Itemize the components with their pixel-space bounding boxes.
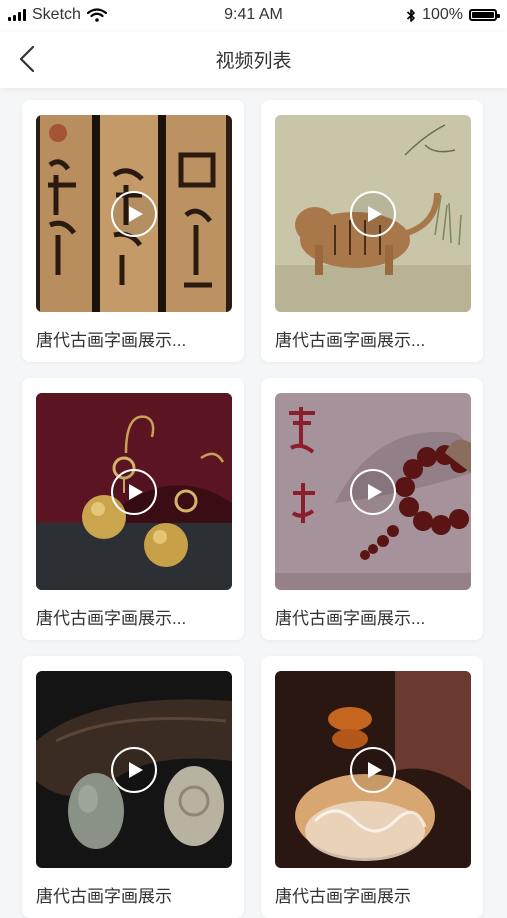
play-icon bbox=[128, 761, 143, 778]
video-card[interactable]: 唐代古画字画展示 bbox=[261, 656, 483, 918]
video-card[interactable]: 唐代古画字画展示... bbox=[261, 378, 483, 640]
play-button[interactable] bbox=[350, 468, 396, 515]
play-icon bbox=[128, 205, 143, 222]
play-button[interactable] bbox=[350, 746, 396, 793]
play-button[interactable] bbox=[111, 190, 157, 237]
navbar: 视频列表 bbox=[0, 32, 507, 88]
video-thumbnail[interactable] bbox=[275, 393, 471, 590]
bluetooth-icon bbox=[407, 8, 415, 22]
play-button[interactable] bbox=[111, 468, 157, 515]
status-bar: Sketch 9:41 AM 100% bbox=[0, 0, 507, 32]
video-caption: 唐代古画字画展示... bbox=[36, 609, 187, 628]
video-thumbnail[interactable] bbox=[36, 393, 232, 590]
video-caption: 唐代古画字画展示... bbox=[275, 609, 426, 628]
video-thumbnail[interactable] bbox=[275, 115, 471, 312]
play-icon bbox=[367, 761, 382, 778]
battery-icon bbox=[469, 9, 500, 21]
page-title: 视频列表 bbox=[215, 51, 292, 72]
play-button[interactable] bbox=[350, 190, 396, 237]
play-icon bbox=[367, 205, 382, 222]
video-caption: 唐代古画字画展示 bbox=[275, 887, 411, 906]
video-caption: 唐代古画字画展示... bbox=[36, 331, 187, 350]
video-caption: 唐代古画字画展示 bbox=[36, 887, 172, 906]
video-card[interactable]: 唐代古画字画展示... bbox=[261, 100, 483, 362]
video-grid: 唐代古画字画展示... 唐代古画字画展示... 唐代古画字画展示... 唐代古画… bbox=[22, 100, 486, 918]
video-thumbnail[interactable] bbox=[275, 671, 471, 868]
video-card[interactable]: 唐代古画字画展示... bbox=[22, 100, 244, 362]
video-thumbnail[interactable] bbox=[36, 671, 232, 868]
play-icon bbox=[128, 483, 143, 500]
play-button[interactable] bbox=[111, 746, 157, 793]
video-card[interactable]: 唐代古画字画展示... bbox=[22, 378, 244, 640]
video-caption: 唐代古画字画展示... bbox=[275, 331, 426, 350]
status-right: 100% bbox=[406, 6, 500, 24]
video-thumbnail[interactable] bbox=[36, 115, 232, 312]
play-icon bbox=[367, 483, 382, 500]
video-card[interactable]: 唐代古画字画展示 bbox=[22, 656, 244, 918]
battery-percent: 100% bbox=[422, 6, 463, 23]
